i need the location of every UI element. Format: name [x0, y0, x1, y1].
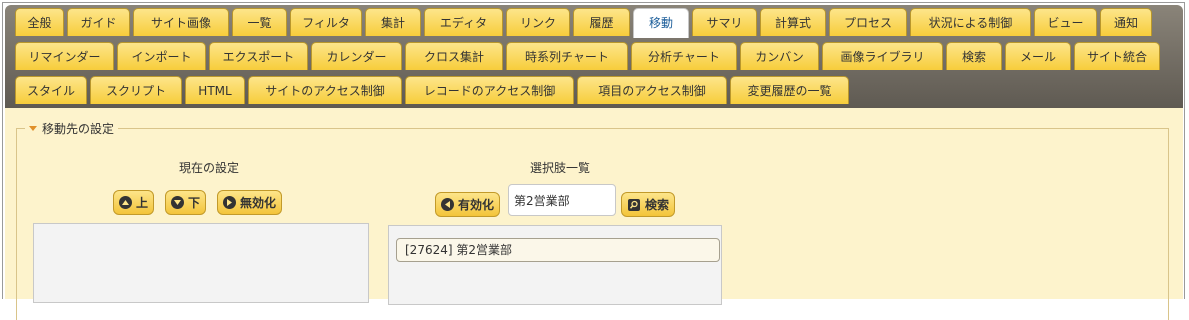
tab-change-history-list[interactable]: 変更履歴の一覧 — [730, 76, 849, 104]
circle-down-icon — [171, 196, 184, 209]
tab-notification[interactable]: 通知 — [1100, 8, 1152, 36]
tab-html[interactable]: HTML — [185, 76, 245, 104]
move-up-label: 上 — [136, 196, 149, 210]
tab-general[interactable]: 全般 — [15, 8, 64, 36]
disable-label: 無効化 — [240, 196, 277, 210]
section-title: 移動先の設定 — [42, 122, 115, 136]
list-item[interactable]: [27624] 第2営業部 — [396, 238, 720, 262]
tab-link[interactable]: リンク — [506, 8, 570, 36]
magnifier-icon — [627, 198, 641, 211]
choices-title: 選択肢一覧 — [529, 161, 590, 175]
tab-kanban[interactable]: カンバン — [740, 42, 819, 70]
circle-left-icon — [441, 198, 454, 211]
disable-button[interactable]: 無効化 — [217, 190, 283, 215]
tab-analysis-chart[interactable]: 分析チャート — [631, 42, 737, 70]
enable-button[interactable]: 有効化 — [435, 192, 501, 217]
tab-reminder[interactable]: リマインダー — [15, 42, 114, 70]
tab-history[interactable]: 履歴 — [573, 8, 630, 36]
tab-status-control[interactable]: 状況による制御 — [910, 8, 1031, 36]
move-down-button[interactable]: 下 — [165, 190, 207, 215]
tab-guide[interactable]: ガイド — [67, 8, 130, 36]
current-settings-list[interactable] — [33, 223, 369, 303]
tab-content-panel: 移動先の設定 現在の設定 上 下 無効化 選択肢一覧 有効化 検索 — [5, 108, 1183, 320]
section-header[interactable]: 移動先の設定 — [25, 120, 118, 137]
tab-view[interactable]: ビュー — [1034, 8, 1097, 36]
current-settings-title: 現在の設定 — [178, 161, 239, 175]
tab-calendar[interactable]: カレンダー — [311, 42, 402, 70]
tab-list[interactable]: 一覧 — [232, 8, 287, 36]
move-down-label: 下 — [188, 196, 201, 210]
tab-search[interactable]: 検索 — [946, 42, 1002, 70]
tab-mail[interactable]: メール — [1005, 42, 1071, 70]
tab-timeseries-chart[interactable]: 時系列チャート — [506, 42, 628, 70]
tab-bar: 全般 ガイド サイト画像 一覧 フィルタ 集計 エディタ リンク 履歴 移動 サ… — [5, 5, 1183, 108]
tab-record-access-control[interactable]: レコードのアクセス制御 — [405, 76, 574, 104]
tab-site-integration[interactable]: サイト統合 — [1074, 42, 1160, 70]
tab-process[interactable]: プロセス — [829, 8, 907, 36]
tab-move[interactable]: 移動 — [633, 8, 689, 38]
tab-style[interactable]: スタイル — [15, 76, 87, 104]
circle-up-icon — [119, 196, 132, 209]
circle-right-icon — [223, 196, 236, 209]
tab-summary[interactable]: サマリ — [692, 8, 757, 36]
choices-list[interactable]: [27624] 第2営業部 — [388, 225, 722, 305]
enable-label: 有効化 — [458, 198, 495, 212]
tab-editor[interactable]: エディタ — [424, 8, 503, 36]
search-button-label: 検索 — [645, 198, 670, 212]
tab-formula[interactable]: 計算式 — [760, 8, 826, 36]
move-up-button[interactable]: 上 — [113, 190, 155, 215]
tab-site-access-control[interactable]: サイトのアクセス制御 — [248, 76, 402, 104]
tab-column-access-control[interactable]: 項目のアクセス制御 — [577, 76, 727, 104]
collapse-arrow-icon[interactable] — [29, 126, 37, 131]
search-input[interactable] — [508, 184, 616, 216]
tab-aggregation[interactable]: 集計 — [365, 8, 421, 36]
tab-crosstab[interactable]: クロス集計 — [405, 42, 503, 70]
tab-filter[interactable]: フィルタ — [290, 8, 362, 36]
tab-image-library[interactable]: 画像ライブラリ — [822, 42, 943, 70]
search-button[interactable]: 検索 — [621, 192, 676, 217]
tab-script[interactable]: スクリプト — [90, 76, 182, 104]
tab-site-image[interactable]: サイト画像 — [133, 8, 229, 36]
tab-export[interactable]: エクスポート — [209, 42, 308, 70]
tab-import[interactable]: インポート — [117, 42, 206, 70]
